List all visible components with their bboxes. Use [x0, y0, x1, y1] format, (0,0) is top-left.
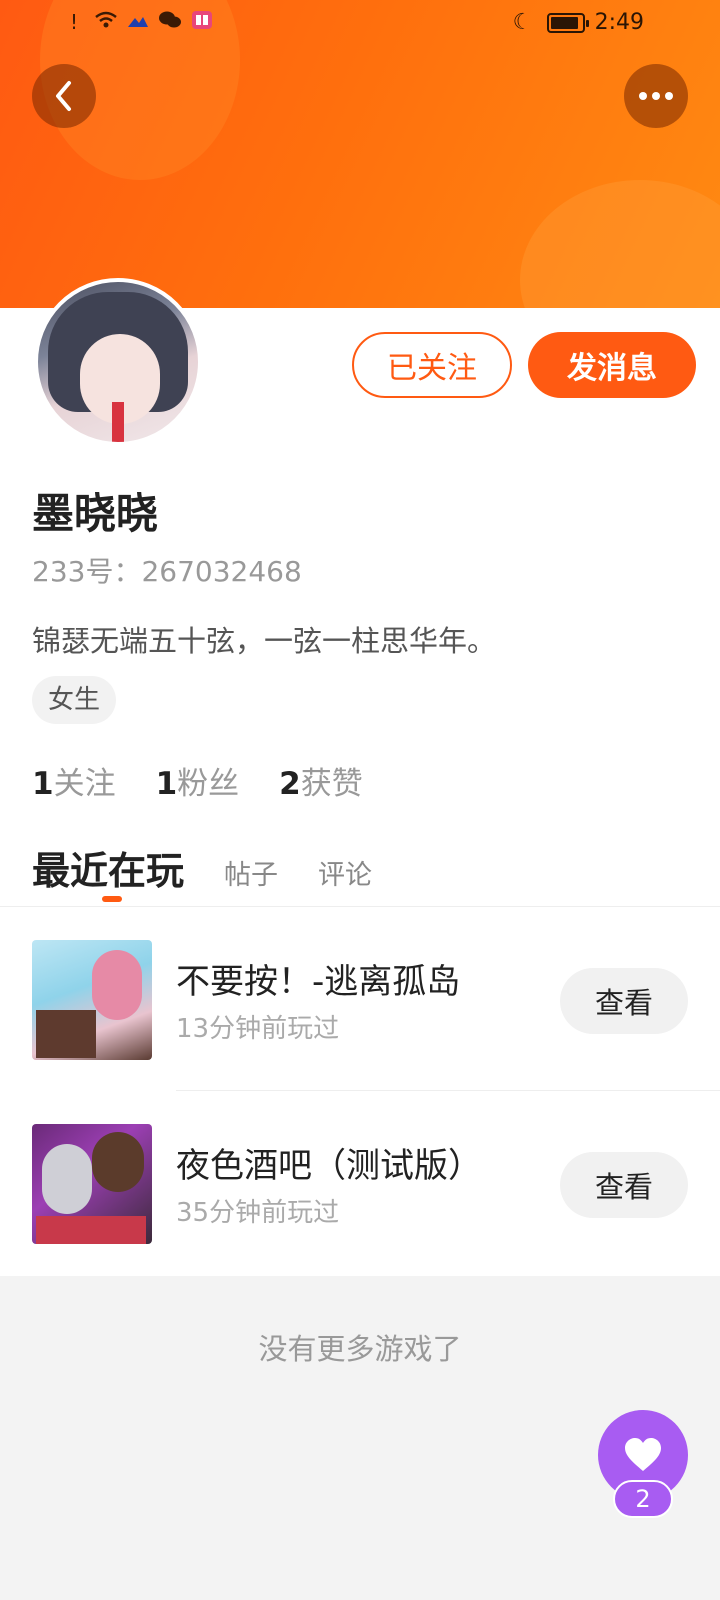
stat-label: 获赞 [300, 766, 363, 802]
stat-label: 粉丝 [177, 766, 240, 802]
user-id: 233号：267032468 [32, 555, 302, 588]
status-icons-right: ☾ 2:49 [513, 10, 644, 35]
chevron-left-icon [56, 81, 71, 111]
game-art-figure [92, 1132, 144, 1192]
more-dots-icon [639, 92, 673, 100]
followed-button[interactable]: 已关注 [352, 332, 512, 398]
game-art-figure [42, 1144, 92, 1214]
like-count-badge: 2 [613, 1480, 673, 1518]
tab-recently-played[interactable]: 最近在玩 [32, 840, 184, 902]
back-button[interactable] [32, 64, 96, 128]
avatar-tie [112, 402, 124, 442]
stat-count: 1 [155, 766, 178, 802]
tab-comments[interactable]: 评论 [318, 853, 372, 892]
stat-count: 2 [279, 766, 301, 802]
game-art-detail [36, 1216, 146, 1244]
status-time: 2:49 [594, 10, 644, 35]
tab-posts[interactable]: 帖子 [224, 853, 278, 892]
profile-tabs: 最近在玩 帖子 评论 [32, 840, 372, 902]
stat-following[interactable]: 1关注 [32, 758, 116, 803]
profile-stats: 1关注 1粉丝 2获赞 [32, 758, 363, 803]
list-item[interactable]: 不要按！-逃离孤岛 13分钟前玩过 查看 [0, 940, 720, 1060]
game-title: 不要按！-逃离孤岛 [176, 962, 461, 1002]
list-item[interactable]: 夜色酒吧（测试版） 35分钟前玩过 查看 [0, 1124, 720, 1244]
stat-count: 1 [32, 766, 54, 802]
view-button[interactable]: 查看 [560, 968, 688, 1034]
wifi-icon [94, 10, 118, 34]
more-button[interactable] [624, 64, 688, 128]
profile-screen: ! ☾ 2:49 已关注 发消息 墨晓晓 233号：267032468 锦瑟无端… [0, 0, 720, 1600]
battery-icon [546, 12, 589, 33]
status-bar: ! ☾ 2:49 [0, 0, 720, 48]
game-last-played: 13分钟前玩过 [176, 1014, 340, 1044]
game-title: 夜色酒吧（测试版） [176, 1146, 482, 1186]
game-last-played: 35分钟前玩过 [176, 1198, 340, 1228]
book-icon [190, 10, 214, 34]
view-button[interactable]: 查看 [560, 1152, 688, 1218]
username: 墨晓晓 [32, 489, 159, 538]
send-message-button[interactable]: 发消息 [528, 332, 696, 398]
stat-fans[interactable]: 1粉丝 [156, 758, 240, 803]
tab-divider [0, 906, 720, 907]
game-art-figure [92, 950, 142, 1020]
row-divider [176, 1090, 720, 1091]
status-icons-left: ! [62, 10, 214, 34]
wechat-icon [158, 10, 182, 34]
cloud-icon [126, 10, 150, 34]
no-more-games-text: 没有更多游戏了 [258, 1332, 462, 1366]
banner-decoration [520, 180, 720, 310]
stat-label: 关注 [53, 766, 116, 802]
game-icon[interactable] [32, 940, 152, 1060]
moon-icon: ☾ [512, 9, 533, 35]
game-art-box [36, 1010, 96, 1058]
game-icon[interactable] [32, 1124, 152, 1244]
user-bio: 锦瑟无端五十弦，一弦一柱思华年。 [32, 624, 497, 658]
heart-icon [625, 1438, 661, 1471]
stat-likes[interactable]: 2获赞 [279, 758, 363, 803]
gender-tag: 女生 [32, 676, 117, 724]
avatar[interactable] [34, 278, 202, 446]
alert-icon: ! [69, 10, 79, 34]
